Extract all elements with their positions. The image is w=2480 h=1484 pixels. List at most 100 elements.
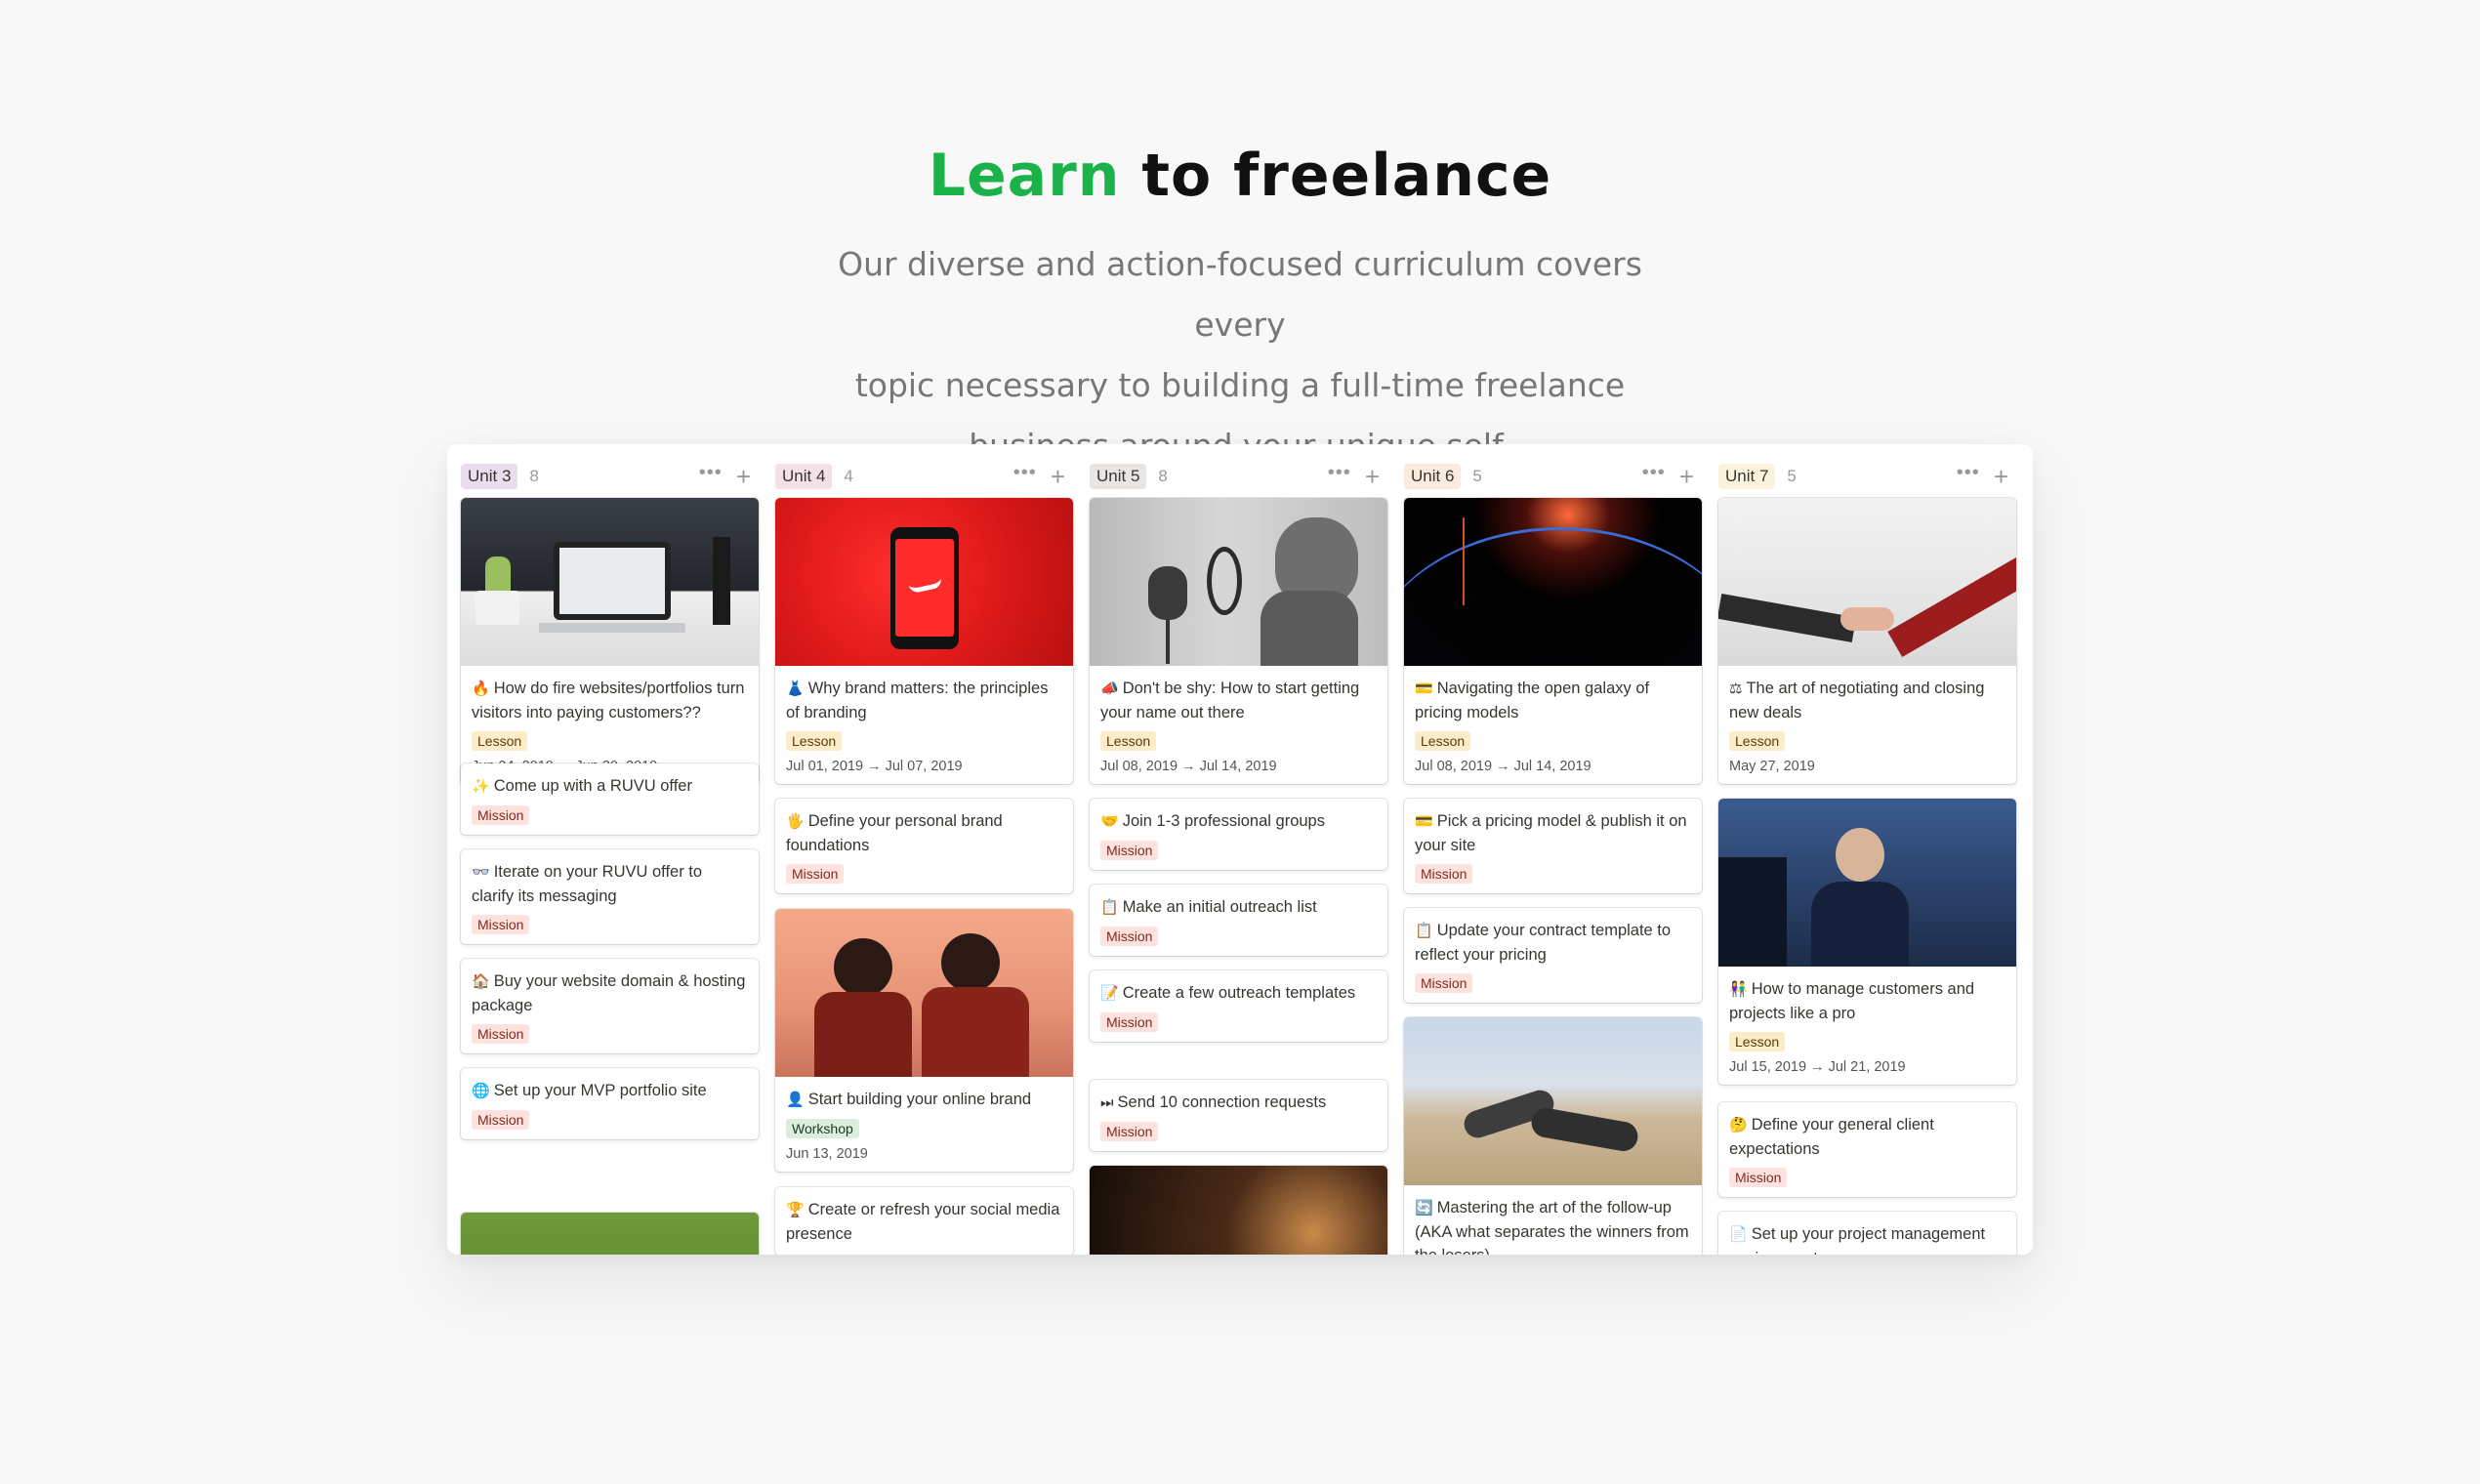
card-title: Don't be shy: How to start getting your …	[1100, 680, 1360, 721]
card-title: Mastering the art of the follow-up (AKA …	[1415, 1199, 1689, 1255]
board-card[interactable]: 📋 Make an initial outreach list Mission	[1090, 885, 1387, 956]
unit-pill[interactable]: Unit 3	[461, 464, 518, 489]
board-card[interactable]: 🤝 Join 1-3 professional groups Mission	[1090, 799, 1387, 870]
tag-workshop: Workshop	[786, 1119, 859, 1138]
unit-pill[interactable]: Unit 7	[1718, 464, 1776, 489]
add-icon[interactable]: +	[1679, 464, 1694, 489]
tag-mission: Mission	[1100, 927, 1159, 946]
people-icon: 👫	[1729, 981, 1748, 998]
board-card[interactable]: 🔥 How do fire websites/portfolios turn vi…	[461, 498, 759, 784]
card-date: Jul 01, 2019 → Jul 07, 2019	[786, 759, 963, 774]
tag-mission: Mission	[1100, 1012, 1159, 1032]
board-card[interactable]: 👤 Start building your online brand Worksh…	[775, 909, 1073, 1172]
tag-mission: Mission	[1415, 973, 1473, 993]
card-title: Create or refresh your social media pres…	[786, 1201, 1060, 1243]
unit-pill[interactable]: Unit 6	[1404, 464, 1462, 489]
more-icon[interactable]: •••	[1642, 463, 1666, 482]
card-cover-image	[1090, 1166, 1387, 1255]
card-cover-image	[775, 498, 1073, 666]
board-column-unit-6: Unit 6 5 ••• + 💳 Navigating the open galax…	[1390, 444, 1702, 1255]
board-column-unit-4: Unit 4 4 ••• + 👗 Why brand matters: the pr…	[762, 444, 1073, 1255]
card-cover-image	[1090, 498, 1387, 666]
tag-lesson: Lesson	[472, 731, 528, 751]
card-title: Pick a pricing model & publish it on you…	[1415, 812, 1687, 854]
more-icon[interactable]: •••	[1957, 463, 1980, 482]
card-date: May 27, 2019	[1729, 759, 1815, 774]
user-icon: 👤	[786, 1092, 805, 1108]
board-card[interactable]: 🤔 Define your general client expectations…	[1718, 1102, 2016, 1197]
handshake-icon: 🤝	[1100, 813, 1119, 830]
board-card[interactable]: 🏠 Buy your website domain & hosting packa…	[461, 959, 759, 1053]
board-card[interactable]: ⚖ The art of negotiating and closing new …	[1718, 498, 2016, 784]
board-card[interactable]: 💳 Pick a pricing model & publish it on yo…	[1404, 799, 1702, 893]
tag-mission: Mission	[786, 864, 845, 884]
card-cover-image	[775, 909, 1073, 1077]
board-card[interactable]: 🏆 Create or refresh your social media pre…	[775, 1187, 1073, 1255]
add-icon[interactable]: +	[1051, 464, 1065, 489]
scales-icon: ⚖	[1729, 680, 1743, 697]
add-icon[interactable]: +	[1365, 464, 1380, 489]
board-card[interactable]: ✨ Come up with a RUVU offer Mission	[461, 763, 759, 835]
board-card[interactable]: 📝 Create a few outreach templates Mission	[1090, 970, 1387, 1042]
clipboard-icon: 📋	[1415, 923, 1433, 939]
board-card[interactable]: 👗 Why brand matters: the principles of br…	[775, 498, 1073, 784]
card-title: Set up your MVP portfolio site	[493, 1082, 707, 1099]
tag-lesson: Lesson	[1729, 1032, 1786, 1051]
card-title: Buy your website domain & hosting packag…	[472, 972, 746, 1014]
board-card[interactable]	[461, 1213, 759, 1255]
board-column-unit-7: Unit 7 5 ••• + ⚖ The art of negotiating an…	[1705, 444, 2016, 1255]
globe-icon: 🌐	[472, 1083, 490, 1099]
dress-icon: 👗	[786, 680, 805, 697]
card-count: 4	[844, 467, 853, 485]
board-card[interactable]: 🖐 Define your personal brand foundations …	[775, 799, 1073, 893]
card-date: Jul 08, 2019 → Jul 14, 2019	[1100, 759, 1277, 774]
card-count: 8	[529, 467, 539, 485]
card-title: Send 10 connection requests	[1117, 1093, 1327, 1111]
unit-pill[interactable]: Unit 5	[1090, 464, 1147, 489]
card-cover-image	[461, 1213, 759, 1255]
more-icon[interactable]: •••	[1013, 463, 1037, 482]
tag-lesson: Lesson	[1729, 731, 1786, 751]
card-title: How do fire websites/portfolios turn vis…	[472, 680, 745, 721]
card-title: Update your contract template to reflect…	[1415, 922, 1672, 964]
card-title: Join 1-3 professional groups	[1122, 812, 1325, 830]
column-header: Unit 6 5 ••• +	[1404, 461, 1702, 492]
more-icon[interactable]: •••	[1328, 463, 1351, 482]
board-card[interactable]	[1090, 1166, 1387, 1255]
board-card[interactable]: 📄Set up your project management environm…	[1718, 1212, 2016, 1255]
board-card[interactable]: 👓 Iterate on your RUVU offer to clarify i…	[461, 849, 759, 944]
card-cover-image	[1718, 498, 2016, 666]
add-icon[interactable]: +	[736, 464, 751, 489]
next-track-icon: ⏭	[1100, 1094, 1114, 1111]
card-title: How to manage customers and projects lik…	[1729, 980, 1975, 1022]
board-column-unit-5: Unit 5 8 ••• + 📣 Don't be shy: How to star…	[1076, 444, 1387, 1255]
document-icon: 📄	[1729, 1226, 1748, 1243]
board-card[interactable]: ⏭ Send 10 connection requests Mission	[1090, 1080, 1387, 1151]
house-icon: 🏠	[472, 973, 490, 990]
board-card[interactable]: 📋 Update your contract template to reflec…	[1404, 908, 1702, 1003]
clipboard-icon: 📋	[1100, 899, 1119, 916]
card-title: The art of negotiating and closing new d…	[1729, 680, 1985, 721]
card-cover-image	[1718, 799, 2016, 967]
card-count: 5	[1472, 467, 1482, 485]
tag-mission: Mission	[472, 1110, 530, 1130]
unit-pill[interactable]: Unit 4	[775, 464, 833, 489]
card-date: Jul 15, 2019 → Jul 21, 2019	[1729, 1059, 1906, 1075]
credit-card-icon: 💳	[1415, 680, 1433, 697]
card-count: 5	[1787, 467, 1797, 485]
card-title: Set up your project management environme…	[1729, 1225, 1986, 1255]
card-title: Navigating the open galaxy of pricing mo…	[1415, 680, 1650, 721]
board-card[interactable]: 📣 Don't be shy: How to start getting your…	[1090, 498, 1387, 784]
hand-icon: 🖐	[786, 813, 805, 830]
tag-mission: Mission	[1100, 841, 1159, 860]
board-card[interactable]: 🌐 Set up your MVP portfolio site Mission	[461, 1068, 759, 1139]
card-title: Iterate on your RUVU offer to clarify it…	[472, 863, 703, 905]
card-title: Why brand matters: the principles of bra…	[786, 680, 1049, 721]
more-icon[interactable]: •••	[699, 463, 723, 482]
board-card[interactable]: 💳 Navigating the open galaxy of pricing m…	[1404, 498, 1702, 784]
column-header: Unit 7 5 ••• +	[1718, 461, 2016, 492]
board-card[interactable]: 🔄 Mastering the art of the follow-up (AKA…	[1404, 1017, 1702, 1255]
add-icon[interactable]: +	[1994, 464, 2008, 489]
board-card[interactable]: 👫 How to manage customers and projects li…	[1718, 799, 2016, 1085]
hero-subtitle: Our diverse and action-focused curriculu…	[801, 234, 1679, 476]
